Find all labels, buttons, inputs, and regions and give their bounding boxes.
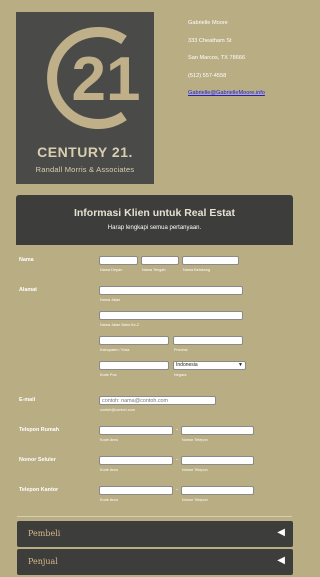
form-header: Informasi Klien untuk Real Estat Harap l… [16, 195, 293, 245]
street2-input[interactable] [99, 311, 243, 320]
first-name-hint: Nama Depan [100, 268, 123, 272]
name-label: Nama [19, 257, 34, 263]
country-hint: Negara [174, 373, 187, 377]
province-hint: Provinsi [174, 348, 188, 352]
agent-email-link[interactable]: Gabrielle@GabrielleMoore.info [188, 90, 265, 96]
city-hint: Kabupaten / Kota [100, 348, 130, 352]
email-hint: contoh@contoh.com [100, 408, 135, 412]
mobile-number-input[interactable] [181, 456, 254, 465]
email-input[interactable] [99, 396, 216, 405]
office-phone-label: Telepon Kantor [19, 487, 59, 493]
mobile-phone-dash: - [176, 457, 178, 463]
mobile-area-input[interactable] [99, 456, 173, 465]
company-logo: 21 CENTURY 21. Randall Morris & Associat… [16, 12, 154, 184]
form-title: Informasi Klien untuk Real Estat [73, 207, 236, 219]
city-input[interactable] [99, 336, 169, 345]
office-area-input[interactable] [99, 486, 173, 495]
zip-input[interactable] [99, 361, 169, 370]
form-subtitle: Harap lengkapi semua pertanyaan. [107, 225, 202, 231]
chevron-down-icon: ▼ [238, 362, 243, 368]
mobile-area-hint: Kode Area [100, 468, 118, 472]
zip-hint: Kode Pos [100, 373, 117, 377]
home-area-hint: Kode Area [100, 438, 118, 442]
province-input[interactable] [173, 336, 243, 345]
section-divider [17, 516, 292, 517]
middle-name-input[interactable] [141, 256, 179, 265]
expand-arrow-icon: ◀ [277, 527, 285, 538]
mobile-number-hint: Nomor Telepon [182, 468, 208, 472]
last-name-input[interactable] [182, 256, 239, 265]
section-buyer[interactable]: Pembeli ◀ [17, 521, 293, 547]
home-number-hint: Nomor Telepon [182, 438, 208, 442]
agent-city: San Marcos, TX 78666 [188, 55, 246, 61]
logo-brand: CENTURY 21. [37, 144, 133, 160]
agent-contact: Gabrielle Moore 333 Cheatham St San Marc… [188, 20, 265, 109]
street-input[interactable] [99, 286, 243, 295]
logo-numeral: 21 [72, 45, 141, 114]
country-select[interactable]: Indonesia ▼ [173, 361, 246, 370]
office-number-hint: Nomor Telepon [182, 498, 208, 502]
home-phone-label: Telepon Rumah [19, 427, 60, 433]
section-seller[interactable]: Penjual ◀ [17, 549, 293, 575]
street2-hint: Nama Jalan Baris Ke-2 [100, 323, 140, 327]
country-value: Indonesia [176, 362, 198, 368]
email-label: E-mail [19, 397, 36, 403]
agent-name: Gabrielle Moore [188, 20, 228, 26]
home-number-input[interactable] [181, 426, 254, 435]
home-area-input[interactable] [99, 426, 173, 435]
address-label: Alamat [19, 287, 37, 293]
expand-arrow-icon: ◀ [277, 555, 285, 566]
home-phone-dash: - [176, 427, 178, 433]
section-seller-label: Penjual [28, 557, 58, 566]
office-phone-dash: - [176, 487, 178, 493]
street-hint: Nama Jalan [100, 298, 121, 302]
logo-subtitle: Randall Morris & Associates [35, 165, 135, 174]
first-name-input[interactable] [99, 256, 138, 265]
section-buyer-label: Pembeli [28, 529, 61, 538]
office-area-hint: Kode Area [100, 498, 118, 502]
middle-name-hint: Nama Tengah [142, 268, 166, 272]
agent-phone: (512) 557-4558 [188, 72, 227, 79]
last-name-hint: Nama Belakang [183, 268, 211, 272]
office-number-input[interactable] [181, 486, 254, 495]
agent-street: 333 Cheatham St [188, 37, 232, 44]
mobile-phone-label: Nomor Seluler [19, 457, 56, 463]
